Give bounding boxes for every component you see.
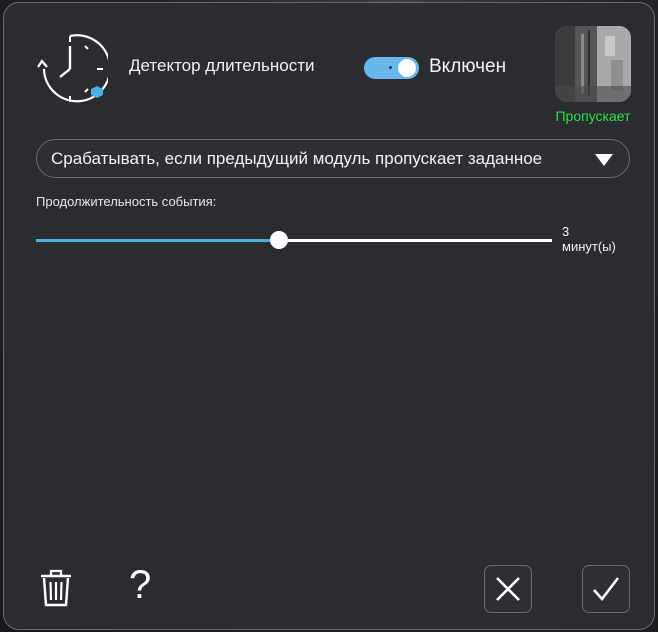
preview-status: Пропускает [555, 108, 631, 124]
toggle-label: Включен [429, 56, 507, 77]
help-button[interactable]: ? [129, 563, 151, 607]
module-title: Детектор длительности [129, 56, 315, 75]
confirm-button[interactable] [582, 565, 630, 613]
toggle-knob [398, 59, 416, 77]
toggle-indicator-dot [389, 66, 392, 69]
duration-slider[interactable] [36, 229, 552, 251]
dropdown-arrow-icon [595, 154, 613, 166]
duration-value: 3 [562, 224, 570, 239]
trash-icon[interactable] [40, 569, 72, 607]
check-icon [593, 577, 620, 602]
clock-duration-icon [32, 31, 112, 107]
condition-dropdown-value: Срабатывать, если предыдущий модуль проп… [51, 149, 543, 168]
duration-unit: минут(ы) [562, 239, 616, 254]
slider-fill [36, 239, 279, 242]
cancel-button[interactable] [484, 565, 532, 613]
close-icon [496, 577, 520, 601]
duration-value-readout: 3 минут(ы) [562, 224, 616, 254]
slider-thumb[interactable] [269, 231, 288, 249]
condition-dropdown[interactable]: Срабатывать, если предыдущий модуль проп… [36, 139, 630, 178]
duration-label: Продолжительность события: [36, 194, 217, 209]
module-settings-dialog: Детектор длительности Включен Пропускает… [3, 2, 655, 630]
enable-toggle[interactable] [364, 57, 419, 79]
camera-preview-thumbnail[interactable] [555, 26, 631, 102]
